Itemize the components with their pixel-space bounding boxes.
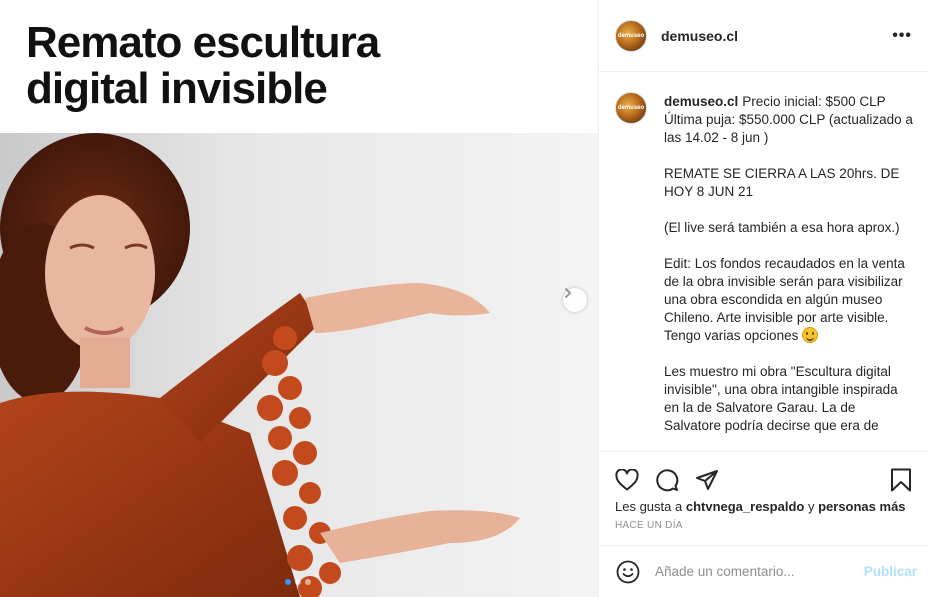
carousel-dot-3	[305, 579, 311, 585]
carousel-dot-1	[285, 579, 291, 585]
smiley-emoji-icon	[802, 327, 819, 343]
heart-icon	[615, 469, 639, 491]
emoji-smiley-icon	[616, 560, 640, 583]
post-header: demuseo demuseo.cl •••	[599, 0, 928, 72]
caption-p2: REMATE SE CIERRA A LAS 20hrs. DE HOY 8 J…	[664, 166, 900, 199]
comment-button[interactable]	[653, 466, 681, 494]
likes-user-link[interactable]: chtvnega_respaldo	[686, 499, 805, 514]
post-media: Remato escultura digital invisible	[0, 0, 598, 597]
publish-button[interactable]: Publicar	[864, 564, 917, 579]
action-icons-row	[599, 452, 928, 498]
avatar-text: demuseo	[617, 32, 645, 39]
add-comment-bar: Publicar	[599, 545, 928, 597]
post-photo	[0, 133, 598, 597]
caption-avatar[interactable]: demuseo	[615, 92, 647, 124]
avatar[interactable]: demuseo	[615, 19, 647, 52]
caption-p4: Edit: Los fondos recaudados en la venta …	[664, 256, 905, 343]
carousel-indicator	[285, 579, 311, 585]
media-title-line-1: Remato escultura	[26, 18, 380, 67]
caption-text: demuseo.cl Precio inicial: $500 CLP Últim…	[664, 93, 913, 451]
more-options-icon[interactable]: •••	[892, 27, 912, 45]
save-button[interactable]	[887, 466, 915, 494]
comment-input[interactable]	[655, 564, 864, 579]
media-title-line-2: digital invisible	[26, 64, 328, 113]
share-button[interactable]	[693, 466, 721, 494]
emoji-picker-button[interactable]	[615, 559, 641, 585]
caption-p3: (El live será también a esa hora aprox.)	[664, 220, 900, 235]
likes-connector: y	[807, 499, 815, 514]
likes-text: Les gusta a chtvnega_respaldo y personas…	[599, 498, 928, 516]
comment-icon	[656, 469, 679, 492]
carousel-dot-2	[295, 579, 301, 585]
share-icon	[696, 470, 718, 490]
caption-row: demuseo demuseo.cl Precio inicial: $500 C…	[615, 92, 913, 451]
likes-prefix: Les gusta a	[615, 499, 683, 514]
bookmark-icon	[891, 468, 911, 492]
header-username[interactable]: demuseo.cl	[661, 28, 738, 44]
actions-area: Les gusta a chtvnega_respaldo y personas…	[599, 451, 928, 545]
chevron-right-icon	[565, 288, 571, 298]
media-title-text: Remato escultura digital invisible	[26, 20, 586, 112]
caption-avatar-text: demuseo	[617, 105, 645, 111]
caption-paragraph-4: Edit: Los fondos recaudados en la venta …	[664, 255, 913, 345]
post-details-panel: demuseo demuseo.cl ••• demuseo demuseo.c…	[598, 0, 928, 597]
post-timestamp[interactable]: HACE UN DÍA	[599, 516, 928, 531]
caption-username[interactable]: demuseo.cl	[664, 94, 738, 109]
caption-p5: Les muestro mi obra "Escultura digital i…	[664, 364, 898, 433]
carousel-next-button[interactable]	[563, 288, 587, 312]
photo-illustration	[0, 133, 598, 597]
comments-scroll-area[interactable]: demuseo demuseo.cl Precio inicial: $500 C…	[599, 73, 928, 451]
caption-paragraph-1: demuseo.cl Precio inicial: $500 CLP Últim…	[664, 93, 913, 147]
like-button[interactable]	[613, 466, 641, 494]
likes-others-link[interactable]: personas más	[818, 499, 905, 514]
